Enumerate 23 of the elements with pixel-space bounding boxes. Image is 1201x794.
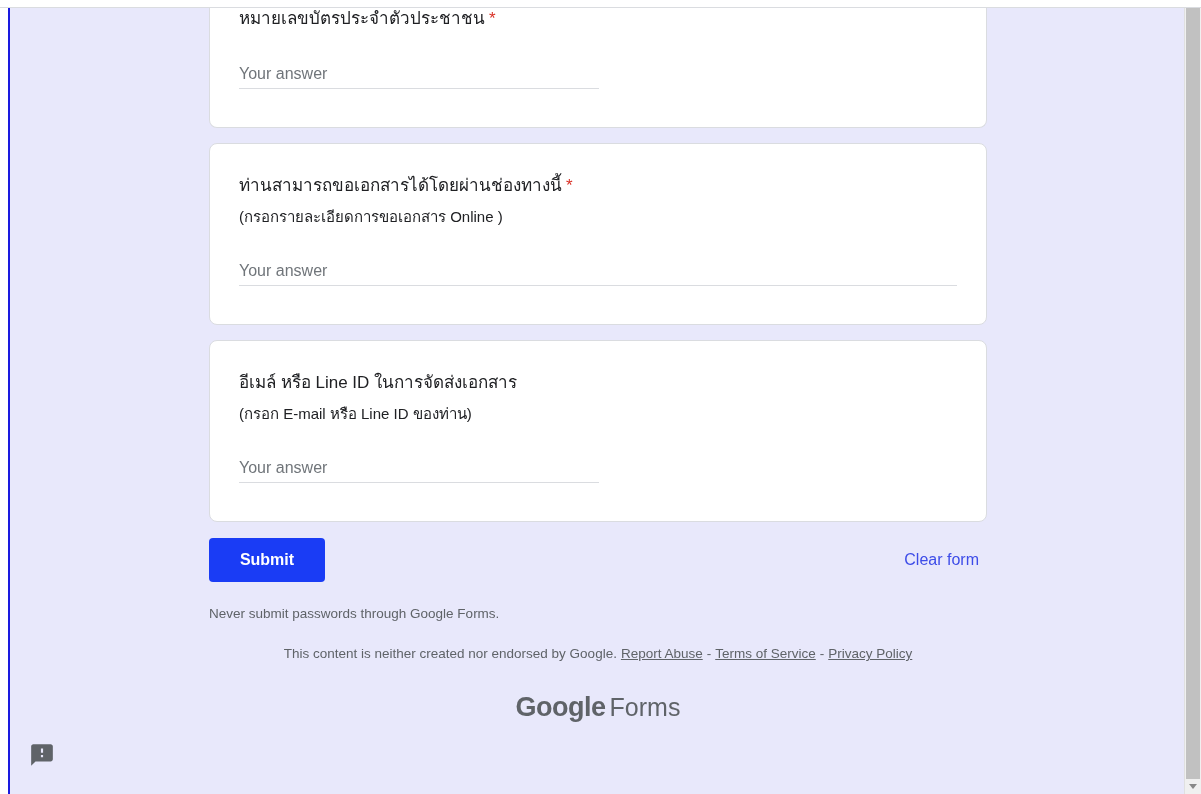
required-mark: * (566, 175, 573, 197)
answer-field[interactable]: Your answer (239, 60, 599, 89)
google-forms-logo: Google Forms (514, 690, 682, 724)
question-description: (กรอกรายละเอียดการขอเอกสาร Online ) (239, 207, 504, 227)
question-title: อีเมล์ หรือ Line ID ในการจัดส่งเอกสาร (239, 372, 518, 394)
footer-link[interactable]: Privacy Policy (828, 644, 913, 665)
feedback-icon (29, 742, 55, 768)
disclaimer-text: This content is neither created nor endorsed by Google. (283, 645, 617, 664)
submit-button[interactable]: Submit (209, 538, 325, 582)
question-title: หมายเลขบัตรประจำตัวประชาชน (239, 8, 485, 30)
separator-text: - (706, 645, 712, 664)
scroll-down-icon[interactable] (1189, 784, 1197, 789)
footer-link[interactable]: Report Abuse (620, 644, 703, 665)
footer-link[interactable]: Terms of Service (715, 644, 816, 665)
scrollbar[interactable] (1184, 8, 1201, 794)
required-mark: * (489, 8, 496, 30)
answer-field[interactable]: Your answer (239, 257, 957, 286)
clear-form-button[interactable]: Clear form (896, 542, 987, 578)
question-title: ท่านสามารถขอเอกสารได้โดยผ่านช่องทางนี้ (239, 175, 562, 197)
answer-field[interactable]: Your answer (239, 454, 599, 483)
separator-text: - (819, 645, 825, 664)
password-warning: Never submit passwords through Google Forms. (209, 605, 500, 623)
question-description: (กรอก E-mail หรือ Line ID ของท่าน) (239, 404, 473, 424)
